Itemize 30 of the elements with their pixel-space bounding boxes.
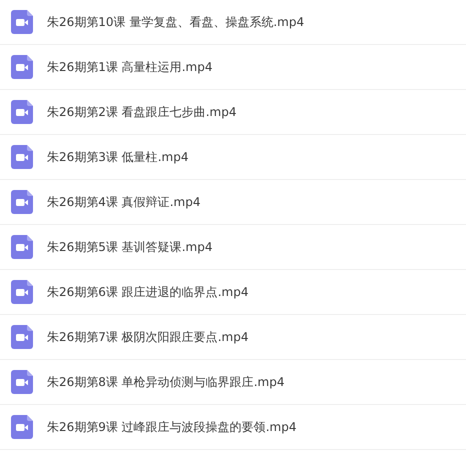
file-name: 朱26期第1课 高量柱运用.mp4 <box>47 58 212 76</box>
video-file-icon <box>11 415 33 439</box>
video-file-icon <box>11 235 33 259</box>
file-row[interactable]: 朱26期第9课 过峰跟庄与波段操盘的要领.mp4 <box>0 405 466 450</box>
video-file-icon <box>11 370 33 394</box>
file-row[interactable]: 朱26期第6课 跟庄进退的临界点.mp4 <box>0 270 466 315</box>
video-file-icon <box>11 145 33 169</box>
file-row[interactable]: 朱26期第1课 高量柱运用.mp4 <box>0 45 466 90</box>
video-file-icon <box>11 10 33 34</box>
file-name: 朱26期第3课 低量柱.mp4 <box>47 148 188 166</box>
file-name: 朱26期第9课 过峰跟庄与波段操盘的要领.mp4 <box>47 418 296 436</box>
file-name: 朱26期第10课 量学复盘、看盘、操盘系统.mp4 <box>47 14 304 30</box>
file-row[interactable]: 朱26期第3课 低量柱.mp4 <box>0 135 466 180</box>
file-row[interactable]: 朱26期第7课 极阴次阳跟庄要点.mp4 <box>0 315 466 360</box>
file-name: 朱26期第4课 真假辩证.mp4 <box>47 194 200 210</box>
file-row[interactable]: 朱26期第10课 量学复盘、看盘、操盘系统.mp4 <box>0 0 466 45</box>
file-row[interactable]: 朱26期第4课 真假辩证.mp4 <box>0 180 466 225</box>
file-name: 朱26期第6课 跟庄进退的临界点.mp4 <box>47 284 248 300</box>
video-file-icon <box>11 280 33 304</box>
video-file-icon <box>11 325 33 349</box>
file-name: 朱26期第2课 看盘跟庄七步曲.mp4 <box>47 104 236 120</box>
video-file-icon <box>11 190 33 214</box>
file-row[interactable]: 朱26期第5课 基训答疑课.mp4 <box>0 225 466 270</box>
file-name: 朱26期第8课 单枪异动侦测与临界跟庄.mp4 <box>47 374 284 390</box>
file-name: 朱26期第7课 极阴次阳跟庄要点.mp4 <box>47 328 248 346</box>
file-row[interactable]: 朱26期第8课 单枪异动侦测与临界跟庄.mp4 <box>0 360 466 405</box>
video-file-icon <box>11 100 33 124</box>
file-row[interactable]: 朱26期第2课 看盘跟庄七步曲.mp4 <box>0 90 466 135</box>
video-file-icon <box>11 55 33 79</box>
file-name: 朱26期第5课 基训答疑课.mp4 <box>47 238 212 256</box>
